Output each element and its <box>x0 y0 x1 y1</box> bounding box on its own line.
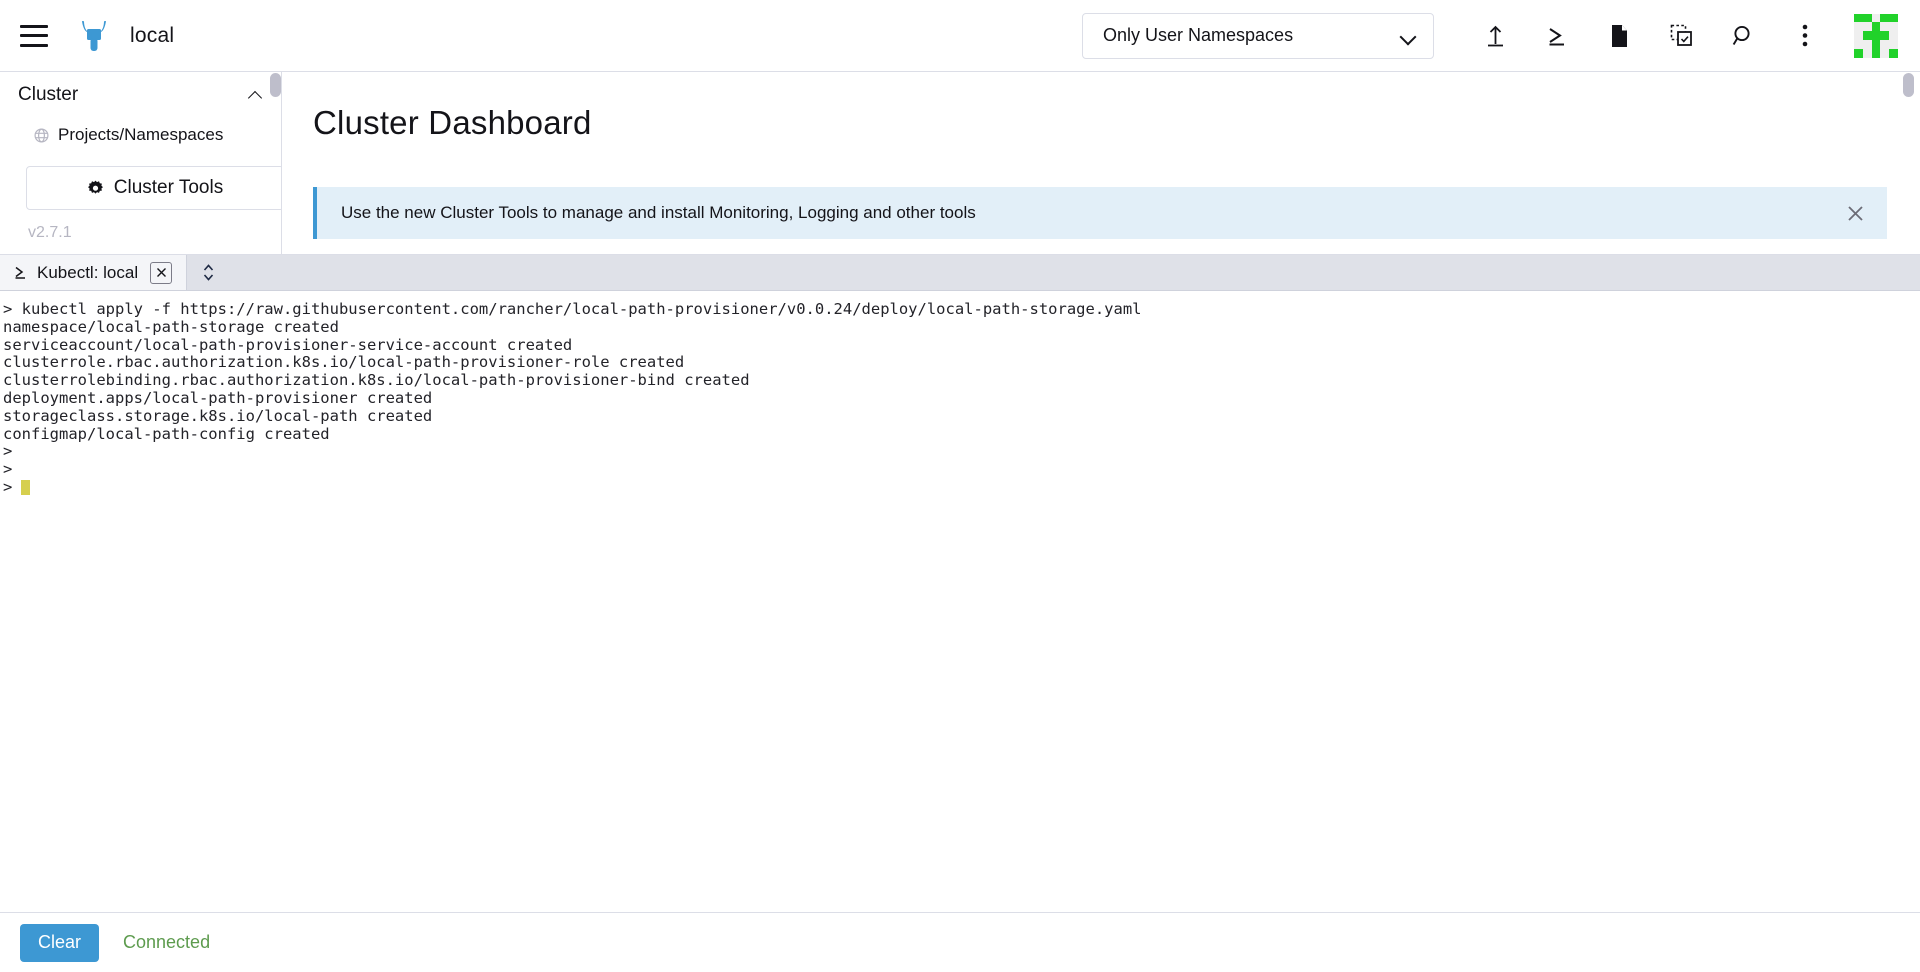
resize-vertical-icon[interactable] <box>187 255 229 290</box>
terminal-line: configmap/local-path-config created <box>0 426 1920 444</box>
sidebar-scrollbar-thumb[interactable] <box>270 73 281 97</box>
top-header: local Only User Namespaces <box>0 0 1920 72</box>
sidebar-item-projects-namespaces[interactable]: Projects/Namespaces <box>16 118 265 152</box>
terminal-output[interactable]: > kubectl apply -f https://raw.githubuse… <box>0 291 1920 912</box>
user-avatar-identicon[interactable] <box>1854 14 1898 58</box>
banner-message: Use the new Cluster Tools to manage and … <box>341 203 1835 223</box>
sidebar-group-label: Cluster <box>18 84 249 106</box>
terminal-tabbar: Kubectl: local <box>0 255 1920 291</box>
terminal-line: > <box>0 443 1920 461</box>
import-yaml-icon[interactable] <box>1464 10 1526 62</box>
page-title: Cluster Dashboard <box>313 104 1920 142</box>
main-content: Cluster Dashboard Use the new Cluster To… <box>283 72 1920 254</box>
kubectl-shell-icon[interactable] <box>1526 10 1588 62</box>
chevron-down-icon <box>1401 31 1417 40</box>
cluster-tools-button[interactable]: Cluster Tools <box>26 166 282 210</box>
download-kubeconfig-icon[interactable] <box>1588 10 1650 62</box>
rancher-version: v2.7.1 <box>28 224 265 242</box>
rancher-bull-logo <box>76 19 112 53</box>
cluster-tools-label: Cluster Tools <box>114 177 223 199</box>
brand-name: local <box>130 24 174 48</box>
gear-icon <box>87 180 104 197</box>
main-scrollbar-thumb[interactable] <box>1903 73 1914 97</box>
prompt-icon <box>14 266 29 279</box>
terminal-cursor <box>21 480 30 495</box>
namespace-filter-value: Only User Namespaces <box>1103 25 1401 46</box>
hamburger-icon[interactable] <box>20 25 48 47</box>
terminal-footer: Clear Connected <box>0 912 1920 972</box>
sidebar: Cluster Projects/Namespaces Cluster Tool… <box>0 72 282 254</box>
connection-status: Connected <box>123 932 210 953</box>
terminal-line: serviceaccount/local-path-provisioner-se… <box>0 337 1920 355</box>
terminal-line: namespace/local-path-storage created <box>0 319 1920 337</box>
cluster-tools-banner: Use the new Cluster Tools to manage and … <box>313 187 1887 239</box>
copy-kubeconfig-icon[interactable] <box>1650 10 1712 62</box>
terminal-line: > <box>0 461 1920 479</box>
header-icon-group <box>1464 10 1836 62</box>
chevron-up-icon[interactable] <box>249 91 263 100</box>
terminal-tab-label: Kubectl: local <box>37 263 138 283</box>
sidebar-item-label: Projects/Namespaces <box>58 125 223 145</box>
terminal-line: clusterrolebinding.rbac.authorization.k8… <box>0 372 1920 390</box>
kubectl-shell-panel: Kubectl: local > kubectl apply -f https:… <box>0 254 1920 972</box>
terminal-line: deployment.apps/local-path-provisioner c… <box>0 390 1920 408</box>
sidebar-group-cluster[interactable]: Cluster <box>16 72 265 118</box>
terminal-line: > kubectl apply -f https://raw.githubuse… <box>0 301 1920 319</box>
globe-icon <box>34 128 49 143</box>
clear-button[interactable]: Clear <box>20 924 99 962</box>
search-icon[interactable] <box>1712 10 1774 62</box>
terminal-prompt-line: > <box>0 479 1920 497</box>
namespace-filter-select[interactable]: Only User Namespaces <box>1082 13 1434 59</box>
terminal-tab-kubectl-local[interactable]: Kubectl: local <box>0 255 187 290</box>
terminal-prompt: > <box>3 478 12 496</box>
close-icon[interactable] <box>1835 193 1875 233</box>
close-icon[interactable] <box>150 262 172 284</box>
terminal-line: storageclass.storage.k8s.io/local-path c… <box>0 408 1920 426</box>
brand[interactable]: local <box>76 19 174 53</box>
terminal-line: clusterrole.rbac.authorization.k8s.io/lo… <box>0 354 1920 372</box>
kebab-menu-icon[interactable] <box>1774 10 1836 62</box>
